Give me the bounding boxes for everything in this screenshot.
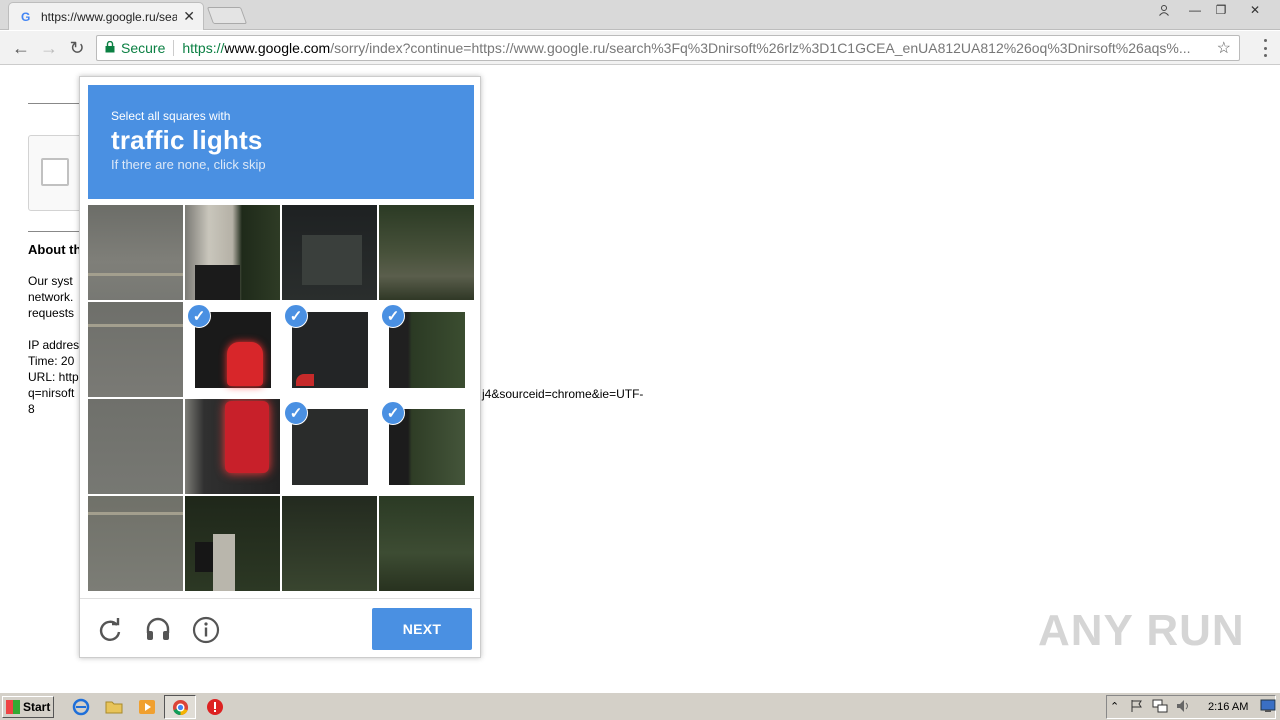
image-tile[interactable] [282, 496, 377, 591]
url-line: q=nirsoft [28, 386, 75, 400]
url-line: 8 [28, 402, 35, 416]
forward-icon[interactable]: → [38, 37, 60, 59]
tab-close-icon[interactable]: ✕ [183, 8, 195, 25]
para-line: network. [28, 290, 74, 304]
para-line: Our syst [28, 274, 73, 288]
url-host: www.google.com [224, 40, 331, 56]
image-tile[interactable] [185, 205, 280, 300]
ie-icon[interactable] [72, 698, 90, 716]
image-tile[interactable] [379, 496, 474, 591]
checkmark-icon: ✓ [381, 304, 405, 328]
minimize-icon[interactable]: — [1184, 0, 1206, 20]
show-desktop-icon[interactable] [1260, 699, 1278, 717]
chrome-menu-icon[interactable] [1262, 39, 1268, 57]
explorer-folder-icon[interactable] [105, 698, 123, 716]
image-grid: ✓ ✓ ✓ ✓ ✓ [88, 205, 474, 591]
image-tile[interactable] [185, 399, 280, 494]
image-tile[interactable] [88, 205, 183, 300]
image-tile-selected[interactable]: ✓ [185, 302, 280, 397]
checkmark-icon: ✓ [187, 304, 211, 328]
tray-expand-icon[interactable]: ⌃ [1110, 700, 1128, 718]
url-path: /sorry/index?continue=https://www.google… [330, 40, 1191, 56]
new-tab-button[interactable] [206, 7, 248, 24]
volume-icon[interactable] [1176, 699, 1194, 717]
chrome-taskbar-button[interactable] [164, 695, 196, 719]
about-heading: About th [28, 242, 82, 257]
address-bar[interactable]: Secure https:// www.google.com /sorry/in… [96, 35, 1240, 61]
reload-page-icon[interactable]: ↻ [66, 37, 88, 59]
taskbar: Start ⌃ 2:16 AM [0, 692, 1280, 720]
challenge-footer: NEXT [80, 598, 480, 658]
secure-label: Secure [121, 40, 166, 56]
audio-icon[interactable] [143, 615, 173, 645]
target-object: traffic lights [111, 125, 263, 155]
action-center-flag-icon[interactable] [1130, 699, 1148, 717]
reload-icon[interactable] [95, 615, 125, 645]
instruction-text: Select all squares with [111, 109, 231, 123]
tab-title: https://www.google.ru/search?q=nirsoft [41, 9, 178, 24]
browser-toolbar: ← → ↻ Secure https:// www.google.com /so… [0, 31, 1280, 65]
stop-icon[interactable] [206, 698, 224, 716]
image-tile-selected[interactable]: ✓ [379, 399, 474, 494]
back-icon[interactable]: ← [10, 37, 32, 59]
checkmark-icon: ✓ [284, 401, 308, 425]
image-tile[interactable] [282, 205, 377, 300]
restore-icon[interactable]: ❐ [1210, 0, 1232, 20]
url-line: URL: http [28, 370, 79, 384]
image-tile[interactable] [88, 302, 183, 397]
ip-line: IP addres [28, 338, 80, 352]
url-tail: j4&sourceid=chrome&ie=UTF- [482, 387, 644, 401]
image-tile[interactable] [379, 205, 474, 300]
image-tile-selected[interactable]: ✓ [282, 399, 377, 494]
next-button[interactable]: NEXT [372, 608, 472, 650]
bookmark-star-icon[interactable]: ☆ [1217, 38, 1231, 58]
lock-icon [105, 40, 115, 56]
network-icon[interactable] [1152, 699, 1170, 717]
url-scheme: https:// [182, 40, 225, 56]
image-tile[interactable] [88, 399, 183, 494]
challenge-header: Select all squares with traffic lights I… [88, 85, 474, 199]
recaptcha-checkbox[interactable] [41, 158, 69, 186]
start-button[interactable]: Start [2, 696, 54, 718]
time-line: Time: 20 [28, 354, 75, 368]
checkmark-icon: ✓ [284, 304, 308, 328]
para-line: requests [28, 306, 75, 320]
info-icon[interactable] [191, 615, 221, 645]
taskbar-clock[interactable]: 2:16 AM [1208, 701, 1248, 713]
image-tile[interactable] [88, 496, 183, 591]
skip-hint: If there are none, click skip [111, 157, 266, 172]
tab-strip: G https://www.google.ru/search?q=nirsoft… [0, 0, 1280, 30]
checkmark-icon: ✓ [381, 401, 405, 425]
anyrun-watermark: ANY RUN [1038, 606, 1245, 655]
google-favicon-icon: G [21, 9, 31, 24]
browser-tab[interactable]: G https://www.google.ru/search?q=nirsoft… [8, 2, 204, 30]
image-tile-selected[interactable]: ✓ [282, 302, 377, 397]
windows-flag-icon [6, 700, 20, 714]
close-window-icon[interactable]: ✕ [1238, 0, 1272, 20]
chrome-icon [172, 699, 189, 716]
start-label: Start [23, 700, 51, 714]
divider [173, 40, 175, 56]
image-tile-selected[interactable]: ✓ [379, 302, 474, 397]
recaptcha-challenge-dialog: Select all squares with traffic lights I… [79, 76, 481, 658]
media-player-icon[interactable] [138, 698, 156, 716]
image-tile[interactable] [185, 496, 280, 591]
profile-icon[interactable] [1152, 0, 1176, 20]
